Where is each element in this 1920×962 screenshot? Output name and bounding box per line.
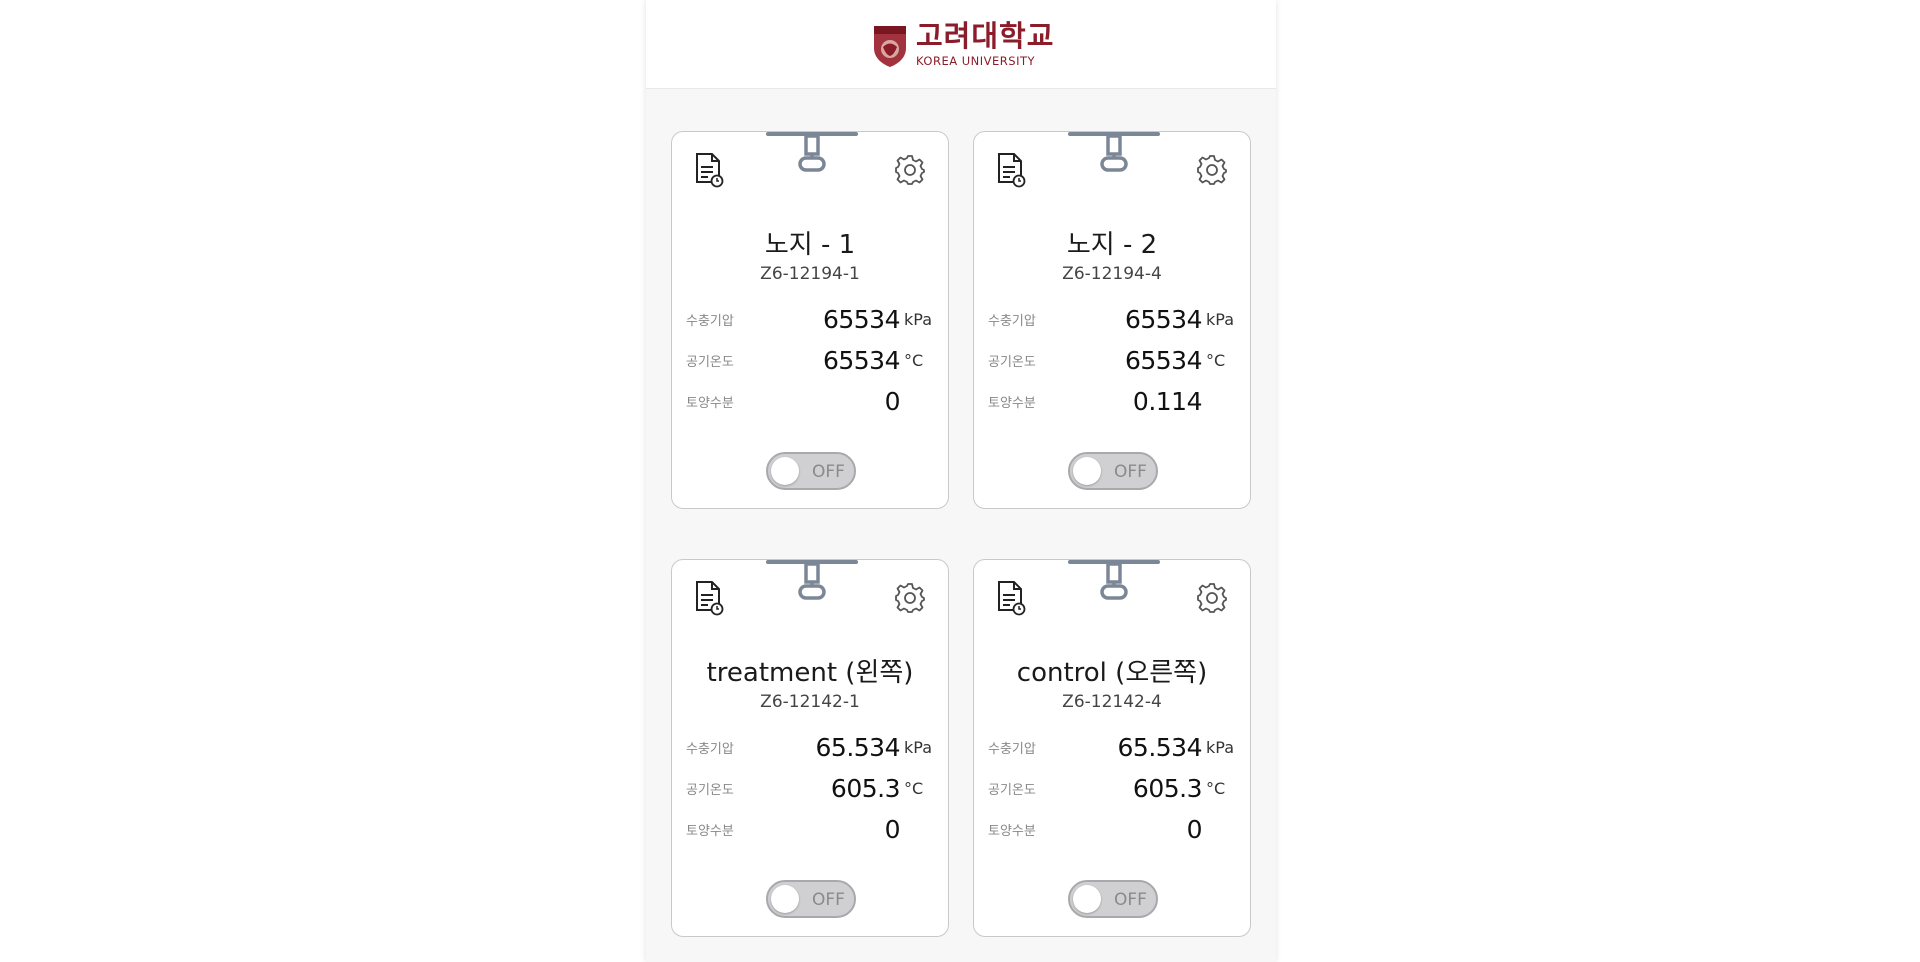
toggle-state-label: OFF [812,462,845,482]
water-pressure-value: 65.534 [815,732,901,762]
soil-moisture-label: 토양수분 [686,823,734,839]
air-temp-label: 공기온도 [686,782,734,798]
device-card: control (오른쪽) Z6-12142-4 수충기압 65.534 kPa… [973,559,1251,937]
device-card: 노지 - 2 Z6-12194-4 수충기압 65534 kPa 공기온도 65… [973,131,1251,509]
soil-moisture-value: 0 [884,814,901,844]
temperature-unit: °C [904,778,924,798]
water-pressure-label: 수충기압 [686,741,734,757]
document-log-icon[interactable] [994,580,1026,616]
device-serial: Z6-12194-1 [760,264,860,284]
device-serial: Z6-12142-4 [1062,692,1162,712]
power-toggle[interactable]: OFF [1068,880,1158,918]
soil-moisture-value: 0 [1186,814,1203,844]
temperature-unit: °C [904,350,924,370]
air-temp-value: 65534 [822,345,901,375]
temperature-unit: °C [1206,350,1226,370]
crest-icon [874,26,906,67]
device-card: treatment (왼쪽) Z6-12142-1 수충기압 65.534 kP… [671,559,949,937]
air-temp-label: 공기온도 [988,782,1036,798]
soil-moisture-label: 토양수분 [686,395,734,411]
soil-moisture-row: 토양수분 0 [686,814,934,844]
air-temp-label: 공기온도 [686,354,734,370]
toggle-state-label: OFF [812,890,845,910]
gear-icon[interactable] [1196,582,1228,614]
air-temp-row: 공기온도 65534 °C [686,345,934,375]
device-name: 노지 - 1 [764,230,856,260]
logo-english-text: KOREA UNIVERSITY [916,54,1036,69]
valve-icon [766,132,858,172]
soil-moisture-value: 0 [884,386,901,416]
air-temp-value: 605.3 [1132,773,1203,803]
soil-moisture-label: 토양수분 [988,395,1036,411]
valve-icon [1068,560,1160,600]
korea-university-logo[interactable]: 고려대학교 KOREA UNIVERSITY [872,22,1054,68]
air-temp-row: 공기온도 605.3 °C [686,773,934,803]
pressure-unit: kPa [1206,737,1234,757]
power-toggle[interactable]: OFF [766,880,856,918]
soil-moisture-row: 토양수분 0 [988,814,1236,844]
app-container: 고려대학교 KOREA UNIVERSITY 노지 - 1 Z6-12194-1 [646,0,1276,962]
pressure-unit: kPa [904,309,932,329]
gear-icon[interactable] [894,582,926,614]
temperature-unit: °C [1206,778,1226,798]
water-pressure-row: 수충기압 65534 kPa [686,304,934,334]
air-temp-row: 공기온도 65534 °C [988,345,1236,375]
device-serial: Z6-12142-1 [760,692,860,712]
air-temp-row: 공기온도 605.3 °C [988,773,1236,803]
water-pressure-row: 수충기압 65.534 kPa [686,732,934,762]
water-pressure-label: 수충기압 [988,741,1036,757]
water-pressure-label: 수충기압 [686,313,734,329]
soil-moisture-row: 토양수분 0.114 [988,386,1236,416]
water-pressure-value: 65534 [1124,304,1203,334]
device-name: 노지 - 2 [1066,230,1158,260]
water-pressure-value: 65.534 [1117,732,1203,762]
device-name: control (오른쪽) [1016,658,1208,688]
toggle-state-label: OFF [1114,462,1147,482]
air-temp-value: 65534 [1124,345,1203,375]
logo-korean-text: 고려대학교 [916,19,1055,54]
water-pressure-value: 65534 [822,304,901,334]
document-log-icon[interactable] [692,152,724,188]
valve-icon [766,560,858,600]
water-pressure-row: 수충기압 65.534 kPa [988,732,1236,762]
device-name: treatment (왼쪽) [706,658,914,688]
toggle-knob [1073,457,1101,485]
soil-moisture-value: 0.114 [1132,386,1203,416]
water-pressure-label: 수충기압 [988,313,1036,329]
soil-moisture-row: 토양수분 0 [686,386,934,416]
water-pressure-row: 수충기압 65534 kPa [988,304,1236,334]
gear-icon[interactable] [1196,154,1228,186]
toggle-state-label: OFF [1114,890,1147,910]
pressure-unit: kPa [904,737,932,757]
power-toggle[interactable]: OFF [1068,452,1158,490]
header: 고려대학교 KOREA UNIVERSITY [646,0,1276,89]
toggle-knob [771,885,799,913]
pressure-unit: kPa [1206,309,1234,329]
power-toggle[interactable]: OFF [766,452,856,490]
air-temp-value: 605.3 [830,773,901,803]
toggle-knob [1073,885,1101,913]
device-serial: Z6-12194-4 [1062,264,1162,284]
document-log-icon[interactable] [994,152,1026,188]
valve-icon [1068,132,1160,172]
gear-icon[interactable] [894,154,926,186]
document-log-icon[interactable] [692,580,724,616]
soil-moisture-label: 토양수분 [988,823,1036,839]
air-temp-label: 공기온도 [988,354,1036,370]
device-card: 노지 - 1 Z6-12194-1 수충기압 65534 kPa 공기온도 65… [671,131,949,509]
toggle-knob [771,457,799,485]
